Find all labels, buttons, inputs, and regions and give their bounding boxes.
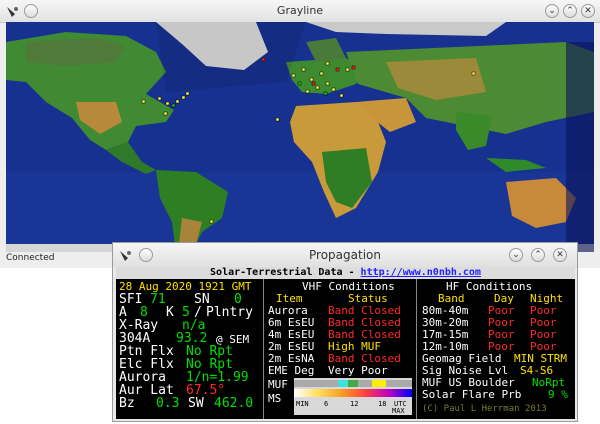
grayline-map[interactable] (6, 22, 594, 252)
grayline-window: Grayline ⌄ ⌃ ✕ Connected (0, 0, 600, 268)
k-label: K (166, 305, 174, 320)
header-text: Solar-Terrestrial Data - (210, 267, 361, 278)
panel-header: Solar-Terrestrial Data - http://www.n0nb… (116, 267, 575, 279)
scale-tick: 6 (324, 400, 329, 408)
column-divider (263, 279, 264, 419)
scale-max-label: MAX (392, 407, 405, 415)
solar-wind-value: 462.0 (214, 396, 254, 411)
muf-bar-segment (338, 380, 348, 387)
close-button[interactable]: ✕ (581, 4, 595, 18)
scale-tick: 18 (378, 400, 387, 408)
maximize-button[interactable]: ⌃ (563, 4, 577, 18)
muf-bar-segment (372, 380, 386, 387)
window-title: Propagation (309, 248, 381, 262)
muf-ms-scale: MIN 6 12 18 UTC MAX (294, 378, 412, 415)
ms-bar-gradient (294, 389, 412, 397)
minimize-button[interactable]: ⌄ (545, 4, 559, 18)
window-title: Grayline (276, 4, 324, 17)
k-note: Plntry (206, 305, 253, 320)
bz-label: Bz (119, 396, 135, 411)
muf-bar-segment (348, 380, 358, 387)
header-url-link[interactable]: http://www.n0nbh.com (361, 267, 481, 278)
close-button[interactable]: ✕ (553, 248, 567, 262)
status-bar-text: Connected (6, 253, 55, 263)
solar-flare-value: 9 % (548, 388, 568, 401)
solar-terrestrial-panel: Solar-Terrestrial Data - http://www.n0nb… (116, 267, 575, 419)
minimize-button[interactable]: ⌄ (509, 248, 523, 262)
scale-tick: 12 (350, 400, 359, 408)
column-divider (416, 279, 417, 419)
muf-label: MUF (268, 378, 288, 391)
solar-wind-label: SW (188, 396, 204, 411)
scale-tick: MIN (296, 400, 309, 408)
propagation-titlebar[interactable]: Propagation ⌄ ⌃ ✕ (113, 243, 577, 267)
propagation-window: Propagation ⌄ ⌃ ✕ Solar-Terrestrial Data… (112, 242, 578, 422)
maximize-button[interactable]: ⌃ (531, 248, 545, 262)
eme-label: EME Deg (268, 364, 315, 377)
solar-flare-label: Solar Flare Prb (422, 388, 522, 401)
eme-value: Very Poor (328, 364, 388, 377)
bz-value: 0.3 (156, 396, 180, 411)
ms-label: MS (268, 392, 282, 405)
copyright: (C) Paul L Herrman 2013 (422, 404, 547, 414)
grayline-titlebar[interactable]: Grayline ⌄ ⌃ ✕ (0, 0, 600, 23)
world-map-image (6, 22, 594, 252)
sfi-value: 71 (150, 292, 166, 307)
